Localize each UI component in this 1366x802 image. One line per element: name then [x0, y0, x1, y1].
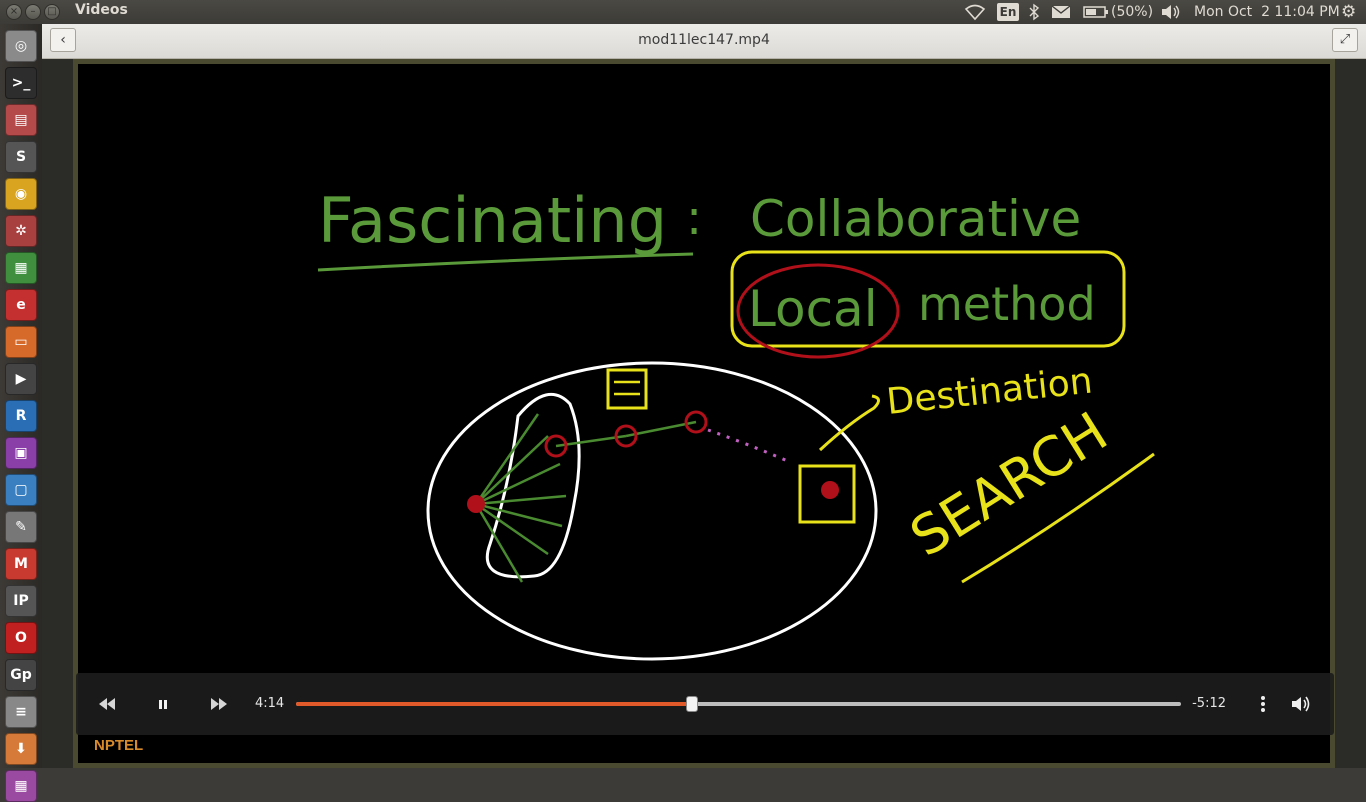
minimize-window-icon[interactable]: –	[25, 4, 41, 20]
launcher-document-viewer-icon[interactable]: ▢	[5, 474, 37, 506]
slide-local-text: Local	[748, 280, 878, 338]
volume-icon[interactable]	[1160, 3, 1182, 21]
nptel-logo-text: NPTEL	[94, 737, 144, 754]
volume-icon[interactable]	[1290, 693, 1312, 715]
maximize-window-icon[interactable]: □	[44, 4, 60, 20]
launcher-ipython-icon[interactable]: IP	[5, 585, 37, 617]
slide-title-text: Fascinating	[318, 184, 667, 257]
video-frame[interactable]: Fascinating : Collaborative Local method	[73, 59, 1335, 768]
launcher-dash-home-icon[interactable]: ◎	[5, 30, 37, 62]
launcher-install-tool-icon[interactable]: ⬇	[5, 733, 37, 765]
seek-handle[interactable]	[686, 696, 699, 712]
slide-collaborative-text: Collaborative	[750, 190, 1081, 248]
fullscreen-button[interactable]: ⤢	[1332, 28, 1358, 52]
launcher-sublime-text-icon[interactable]: S	[5, 141, 37, 173]
seek-progress	[296, 702, 693, 706]
settings-gear-icon[interactable]: ⚙	[1341, 3, 1356, 21]
close-window-icon[interactable]: ×	[6, 4, 22, 20]
slide-search-text: SEARCH	[900, 400, 1119, 569]
time-remaining: -5:12	[1192, 696, 1226, 711]
seek-bar[interactable]	[296, 696, 1181, 712]
launcher-video-editor-icon[interactable]: ▶	[5, 363, 37, 395]
launcher-chrome-icon[interactable]: ◉	[5, 178, 37, 210]
launcher-gp-app-icon[interactable]: Gp	[5, 659, 37, 691]
launcher-drive-stack-icon[interactable]: ≡	[5, 696, 37, 728]
player-controls: 4:14 -5:12	[76, 673, 1334, 735]
launcher-pdf-viewer-icon[interactable]: e	[5, 289, 37, 321]
launcher-file-cabinet-icon[interactable]: ▤	[5, 104, 37, 136]
battery-percent: (50%)	[1111, 4, 1154, 20]
fullscreen-icon: ⤢	[1339, 32, 1351, 47]
mail-icon[interactable]	[1050, 3, 1072, 21]
launcher-gmail-icon[interactable]: M	[5, 548, 37, 580]
launcher-r-language-icon[interactable]: R	[5, 400, 37, 432]
file-title: mod11lec147.mp4	[638, 32, 770, 48]
bluetooth-icon[interactable]	[1028, 3, 1040, 21]
slide-colon-text: :	[686, 190, 702, 246]
battery-icon[interactable]	[1083, 3, 1109, 21]
launcher-text-editor-icon[interactable]: ✎	[5, 511, 37, 543]
time-elapsed: 4:14	[255, 696, 285, 711]
more-options-icon[interactable]	[1252, 693, 1274, 715]
launcher-opera-icon[interactable]: O	[5, 622, 37, 654]
video-area[interactable]: Fascinating : Collaborative Local method	[42, 59, 1366, 768]
skip-back-icon[interactable]	[96, 693, 118, 715]
clock[interactable]: Mon Oct 2 11:04 PM	[1194, 3, 1340, 21]
app-title: Videos	[75, 2, 128, 18]
header-bar: ‹ mod11lec147.mp4 ⤢	[42, 24, 1366, 59]
lecture-slide: Fascinating : Collaborative Local method	[317, 184, 1155, 661]
launcher: ◎ >_ ▤ S ◉ ✲ ▦ e ▭ ▶ R ▣ ▢ ✎ M IP O Gp ≡ ⬇ ▦	[0, 24, 42, 802]
slide-method-text: method	[918, 277, 1096, 331]
launcher-presentation-icon[interactable]: ▭	[5, 326, 37, 358]
launcher-media-tool-icon[interactable]: ▣	[5, 437, 37, 469]
wifi-icon[interactable]	[964, 3, 986, 21]
top-panel: × – □ Videos En (50%) Mon Oct 2 11:04 PM…	[0, 0, 1366, 24]
launcher-spider-app-icon[interactable]: ✲	[5, 215, 37, 247]
pause-icon[interactable]	[152, 693, 174, 715]
skip-forward-icon[interactable]	[208, 693, 230, 715]
launcher-spreadsheet-icon[interactable]: ▦	[5, 252, 37, 284]
keyboard-layout-indicator[interactable]: En	[997, 3, 1019, 21]
launcher-extra-app-icon[interactable]: ▦	[5, 770, 37, 802]
launcher-terminal-icon[interactable]: >_	[5, 67, 37, 99]
